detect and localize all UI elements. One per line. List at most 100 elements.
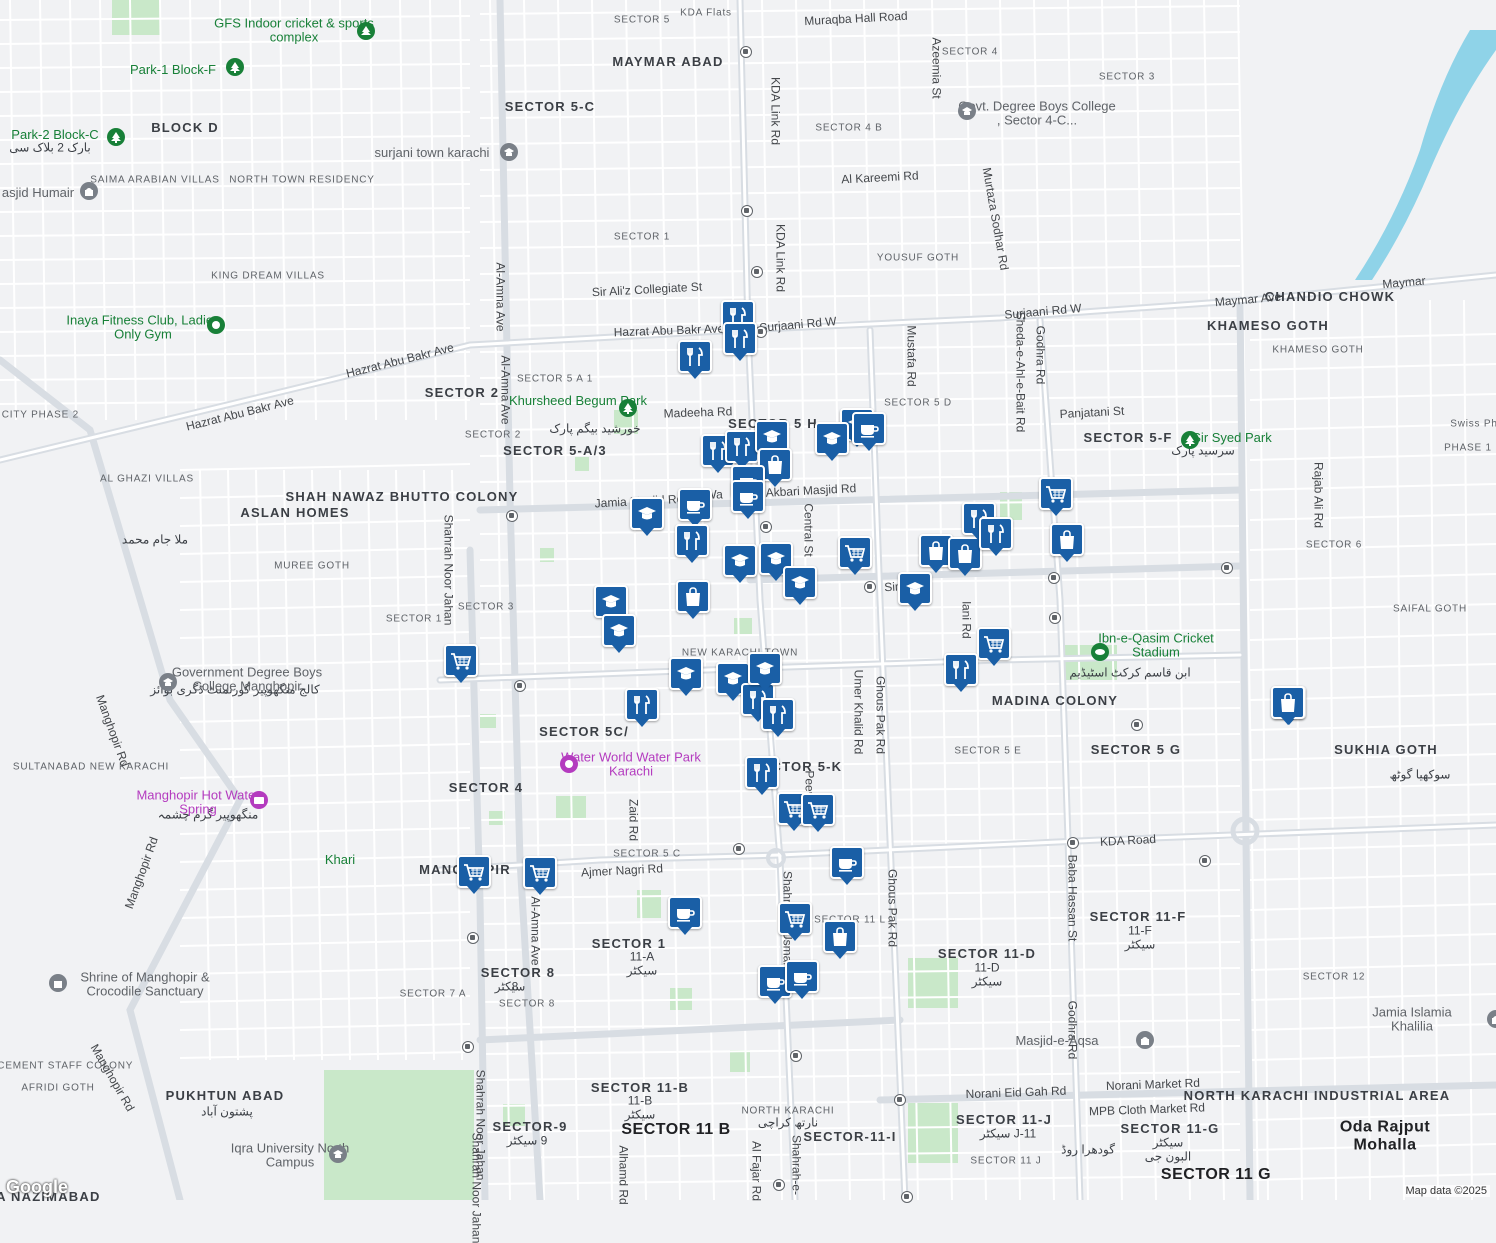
grocery-icon xyxy=(778,902,812,935)
tree-icon[interactable] xyxy=(619,399,637,417)
restaurant-icon xyxy=(675,524,709,557)
stadium-icon[interactable] xyxy=(1091,643,1109,661)
map-attribution[interactable]: Map data ©2025 xyxy=(1402,1185,1490,1197)
shopping-marker[interactable] xyxy=(1271,686,1305,726)
school-marker[interactable] xyxy=(815,422,849,462)
school-marker[interactable] xyxy=(898,572,932,612)
school-marker[interactable] xyxy=(669,657,703,697)
transit-stop-icon[interactable] xyxy=(514,680,526,692)
restaurant-icon xyxy=(625,688,659,721)
tree-icon[interactable] xyxy=(107,128,125,146)
restaurant-marker[interactable] xyxy=(979,517,1013,557)
mosque-icon[interactable] xyxy=(80,182,98,200)
shopping-icon xyxy=(1050,523,1084,556)
transit-stop-icon[interactable] xyxy=(894,1094,906,1106)
transit-stop-icon[interactable] xyxy=(1048,572,1060,584)
transit-stop-icon[interactable] xyxy=(760,521,772,533)
mosque-icon[interactable] xyxy=(1136,1031,1154,1049)
school-icon[interactable] xyxy=(329,1145,347,1163)
school-icon[interactable] xyxy=(159,673,177,691)
map-canvas[interactable] xyxy=(0,0,1496,1200)
school-icon xyxy=(748,652,782,685)
transit-stop-icon[interactable] xyxy=(751,266,763,278)
grocery-marker[interactable] xyxy=(838,536,872,576)
school-icon xyxy=(723,544,757,577)
restaurant-icon xyxy=(723,322,757,355)
transit-stop-icon[interactable] xyxy=(462,1041,474,1053)
grocery-marker[interactable] xyxy=(977,627,1011,667)
school-marker[interactable] xyxy=(602,614,636,654)
transit-stop-icon[interactable] xyxy=(467,932,479,944)
camera-icon[interactable] xyxy=(250,791,268,809)
cafe-marker[interactable] xyxy=(678,488,712,528)
transit-stop-icon[interactable] xyxy=(733,843,745,855)
gym-icon[interactable] xyxy=(207,316,225,334)
restaurant-marker[interactable] xyxy=(725,430,759,470)
restaurant-icon xyxy=(979,517,1013,550)
cafe-marker[interactable] xyxy=(830,846,864,886)
grocery-marker[interactable] xyxy=(457,855,491,895)
cafe-marker[interactable] xyxy=(785,960,819,1000)
transit-stop-icon[interactable] xyxy=(506,510,518,522)
transit-stop-icon[interactable] xyxy=(1131,719,1143,731)
school-marker[interactable] xyxy=(783,566,817,606)
restaurant-icon xyxy=(678,340,712,373)
school-icon xyxy=(898,572,932,605)
school-icon xyxy=(630,497,664,530)
school-icon[interactable] xyxy=(958,102,976,120)
shopping-icon xyxy=(1271,686,1305,719)
grocery-marker[interactable] xyxy=(1039,477,1073,517)
transit-stop-icon[interactable] xyxy=(1221,562,1233,574)
restaurant-marker[interactable] xyxy=(678,340,712,380)
grocery-marker[interactable] xyxy=(778,902,812,942)
restaurant-marker[interactable] xyxy=(723,322,757,362)
shopping-icon xyxy=(823,920,857,953)
school-marker[interactable] xyxy=(748,652,782,692)
cafe-icon xyxy=(678,488,712,521)
cafe-icon xyxy=(830,846,864,879)
tree-icon[interactable] xyxy=(1181,431,1199,449)
restaurant-marker[interactable] xyxy=(675,524,709,564)
shopping-icon xyxy=(676,580,710,613)
transit-stop-icon[interactable] xyxy=(740,46,752,58)
grocery-marker[interactable] xyxy=(444,644,478,684)
grocery-marker[interactable] xyxy=(523,856,557,896)
school-icon xyxy=(783,566,817,599)
grocery-icon xyxy=(838,536,872,569)
waterpark-icon[interactable] xyxy=(560,755,578,773)
transit-stop-icon[interactable] xyxy=(741,205,753,217)
shopping-marker[interactable] xyxy=(823,920,857,960)
restaurant-icon xyxy=(725,430,759,463)
sports-icon[interactable] xyxy=(357,22,375,40)
transit-stop-icon[interactable] xyxy=(1199,855,1211,867)
restaurant-marker[interactable] xyxy=(944,653,978,693)
restaurant-icon xyxy=(745,756,779,789)
school-icon xyxy=(602,614,636,647)
grocery-marker[interactable] xyxy=(801,793,835,833)
restaurant-marker[interactable] xyxy=(625,688,659,728)
school-icon xyxy=(669,657,703,690)
cafe-icon xyxy=(731,480,765,513)
shopping-marker[interactable] xyxy=(948,537,982,577)
restaurant-marker[interactable] xyxy=(761,698,795,738)
shrine-icon[interactable] xyxy=(49,974,67,992)
transit-stop-icon[interactable] xyxy=(790,1050,802,1062)
grocery-icon xyxy=(444,644,478,677)
cafe-marker[interactable] xyxy=(731,480,765,520)
transit-stop-icon[interactable] xyxy=(773,1179,785,1191)
transit-stop-icon[interactable] xyxy=(901,1191,913,1203)
grocery-icon xyxy=(1039,477,1073,510)
school-icon xyxy=(815,422,849,455)
transit-stop-icon[interactable] xyxy=(1067,837,1079,849)
restaurant-marker[interactable] xyxy=(745,756,779,796)
school-icon[interactable] xyxy=(500,143,518,161)
transit-stop-icon[interactable] xyxy=(1049,612,1061,624)
cafe-marker[interactable] xyxy=(852,412,886,452)
school-marker[interactable] xyxy=(723,544,757,584)
school-marker[interactable] xyxy=(630,497,664,537)
cafe-marker[interactable] xyxy=(668,896,702,936)
shopping-marker[interactable] xyxy=(676,580,710,620)
tree-icon[interactable] xyxy=(226,58,244,76)
transit-stop-icon[interactable] xyxy=(864,581,876,593)
shopping-marker[interactable] xyxy=(1050,523,1084,563)
